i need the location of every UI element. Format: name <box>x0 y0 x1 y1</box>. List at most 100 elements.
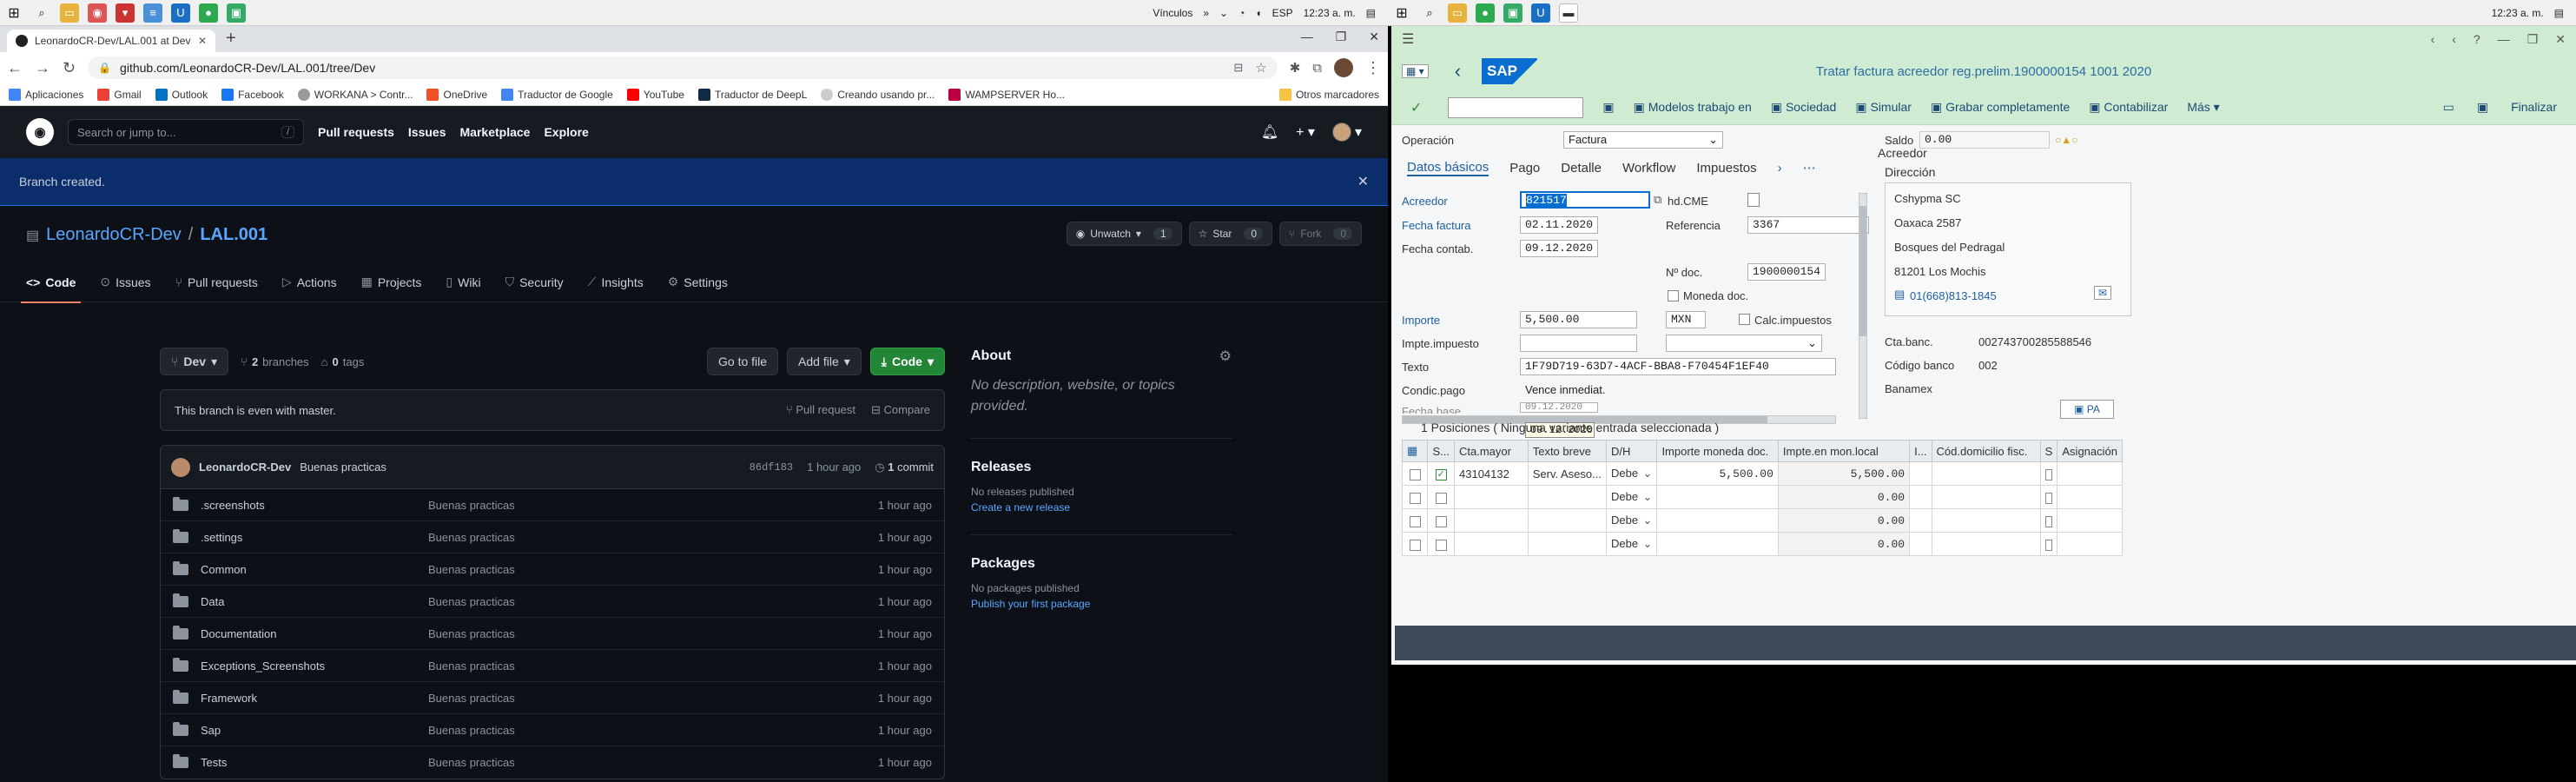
texto-breve-cell[interactable] <box>1527 485 1607 509</box>
table-row[interactable]: Debe ⌄ 0.00 <box>1401 485 2123 509</box>
close-tab-icon[interactable]: ✕ <box>198 35 207 47</box>
dh-cell[interactable]: Debe ⌄ <box>1605 461 1658 486</box>
operacion-select[interactable]: Factura ⌄ <box>1563 131 1723 149</box>
windows-start-icon[interactable]: ⊞ <box>1392 3 1411 23</box>
status-cell[interactable]: ✓ <box>1427 461 1455 486</box>
tab-wiki[interactable]: ▯ Wiki <box>446 262 480 302</box>
tab-pago[interactable]: Pago <box>1509 161 1540 176</box>
status-cell[interactable] <box>1427 532 1455 556</box>
app-icon[interactable]: ▾ <box>116 3 135 23</box>
file-explorer-icon[interactable]: ▭ <box>1448 3 1467 23</box>
acreedor-label[interactable]: Acreedor <box>1402 195 1448 208</box>
tab-code[interactable]: <> Code <box>20 262 82 303</box>
tab-pull-requests[interactable]: ⑂ Pull requests <box>175 262 258 302</box>
enter-check-icon[interactable]: ✓ <box>1410 99 1422 116</box>
file-commit-message[interactable]: Buenas practicas <box>428 595 878 608</box>
search-icon[interactable]: ⌕ <box>1420 3 1439 23</box>
grid-header[interactable]: S... <box>1427 440 1455 462</box>
tab-projects[interactable]: ▦ Projects <box>361 262 422 302</box>
check-icon[interactable]: ✓ <box>1435 468 1447 480</box>
row-select[interactable] <box>1401 532 1429 556</box>
bookmark-creando[interactable]: Creando usando pr... <box>821 88 935 101</box>
notification-bell-icon[interactable]: 🔔︎ <box>1261 123 1278 141</box>
notification-icon[interactable]: ▤ <box>1366 7 1376 19</box>
row-checkbox[interactable] <box>1409 539 1421 551</box>
s-cell[interactable] <box>2039 485 2058 509</box>
grid-header[interactable]: Asignación <box>2057 440 2123 462</box>
minimize-icon[interactable]: — <box>2498 32 2510 47</box>
status-checkbox[interactable] <box>1435 492 1447 504</box>
phone-value[interactable]: 01(668)813-1845 <box>1910 289 1997 302</box>
maximize-icon[interactable]: ❐ <box>1336 30 1347 44</box>
translate-icon[interactable]: ⊟ <box>1233 61 1243 75</box>
branches-link[interactable]: ⑂ 2 branches <box>241 355 309 368</box>
commit-message[interactable]: Buenas practicas <box>300 461 386 474</box>
back-icon[interactable]: ‹ <box>1455 60 1461 83</box>
importe-cell[interactable] <box>1656 485 1779 509</box>
gear-icon[interactable]: ⚙ <box>1219 348 1232 365</box>
file-row[interactable]: .screenshots Buenas practicas 1 hour ago <box>161 489 944 521</box>
tab-detalle[interactable]: Detalle <box>1561 161 1602 176</box>
bookmark-deepl[interactable]: Traductor de DeepL <box>697 88 807 101</box>
texto-input[interactable]: 1F79D719-63D7-4ACF-BBA8-F70454F1EF40 <box>1520 358 1836 375</box>
toolbar-simular[interactable]: ▣ Simular <box>1855 100 1912 115</box>
moneda-input[interactable]: MXN <box>1666 311 1706 328</box>
maximize-icon[interactable]: ❐ <box>2527 32 2539 47</box>
tab-impuestos[interactable]: Impuestos <box>1696 161 1756 176</box>
bookmark-facebook[interactable]: Facebook <box>221 88 284 101</box>
s-checkbox[interactable] <box>2045 515 2053 527</box>
clock[interactable]: 12:23 a. m. <box>1304 7 1356 19</box>
code-button[interactable]: ⤓ Code ▾ <box>869 348 945 375</box>
repo-name-link[interactable]: LAL.001 <box>200 225 268 245</box>
fecha-contab-input[interactable]: 09.12.2020 <box>1520 240 1598 257</box>
pa-button[interactable]: ▣ PA <box>2060 400 2114 419</box>
display-icon[interactable]: ▣ <box>2477 100 2488 115</box>
create-release-link[interactable]: Create a new release <box>971 501 1232 514</box>
file-row[interactable]: Documentation Buenas practicas 1 hour ago <box>161 618 944 650</box>
app-icon[interactable]: ▣ <box>1503 3 1522 23</box>
grid-header[interactable]: D/H <box>1605 440 1658 462</box>
app-icon[interactable]: ◉ <box>88 3 107 23</box>
fecha-factura-input[interactable]: 02.11.2020 <box>1520 216 1598 234</box>
file-name[interactable]: Tests <box>201 756 428 769</box>
notification-icon[interactable]: ▤ <box>2554 7 2564 19</box>
tray-links[interactable]: Vínculos <box>1153 7 1192 19</box>
file-name[interactable]: Common <box>201 563 428 576</box>
bookmark-outlook[interactable]: Outlook <box>155 88 208 101</box>
tab-scroll-right-icon[interactable]: › <box>1778 161 1782 176</box>
network-icon[interactable]: ◔ <box>1238 7 1245 19</box>
cod-domicilio-cell[interactable] <box>1931 485 2041 509</box>
file-commit-message[interactable]: Buenas practicas <box>428 563 878 576</box>
language-indicator[interactable]: ESP <box>1272 7 1293 19</box>
file-row[interactable]: Exceptions_Screenshots Buenas practicas 1 … <box>161 650 944 682</box>
file-name[interactable]: .settings <box>201 531 428 544</box>
impte-impuesto-input[interactable] <box>1520 335 1637 352</box>
avatar[interactable] <box>171 457 190 477</box>
tab-issues[interactable]: ⊙ Issues <box>100 262 150 302</box>
s-cell[interactable] <box>2039 508 2058 533</box>
volume-icon[interactable]: ◖ <box>1255 7 1261 19</box>
clock[interactable]: 12:23 a. m. <box>2492 7 2544 19</box>
s-cell[interactable] <box>2039 461 2058 486</box>
branch-selector[interactable]: ⑂ Dev ▾ <box>160 348 229 375</box>
s-cell[interactable] <box>2039 532 2058 556</box>
status-cell[interactable] <box>1427 485 1455 509</box>
file-commit-message[interactable]: Buenas practicas <box>428 756 878 769</box>
nav-explore[interactable]: Explore <box>544 125 588 139</box>
star-icon[interactable]: ☆ <box>1255 60 1266 76</box>
minimize-icon[interactable]: — <box>1301 30 1313 44</box>
bookmark-other[interactable]: Otros marcadores <box>1278 88 1379 101</box>
grid-header[interactable]: Cód.domicilio fisc. <box>1931 440 2041 462</box>
row-checkbox[interactable] <box>1409 492 1421 504</box>
status-checkbox[interactable] <box>1435 539 1447 551</box>
file-name[interactable]: Exceptions_Screenshots <box>201 659 428 673</box>
grid-header[interactable]: I... <box>1909 440 1932 462</box>
forward-icon[interactable]: ‹ <box>2452 32 2456 47</box>
impuesto-select[interactable]: ⌄ <box>1666 335 1822 352</box>
file-row[interactable]: .settings Buenas practicas 1 hour ago <box>161 521 944 553</box>
grid-header-select[interactable]: ▦ <box>1401 440 1429 462</box>
search-help-icon[interactable]: ⧉ <box>1654 193 1661 207</box>
tab-security[interactable]: ⛉ Security <box>505 262 564 302</box>
add-file-button[interactable]: Add file ▾ <box>787 348 862 375</box>
commit-hash[interactable]: 86df183 <box>750 461 793 474</box>
